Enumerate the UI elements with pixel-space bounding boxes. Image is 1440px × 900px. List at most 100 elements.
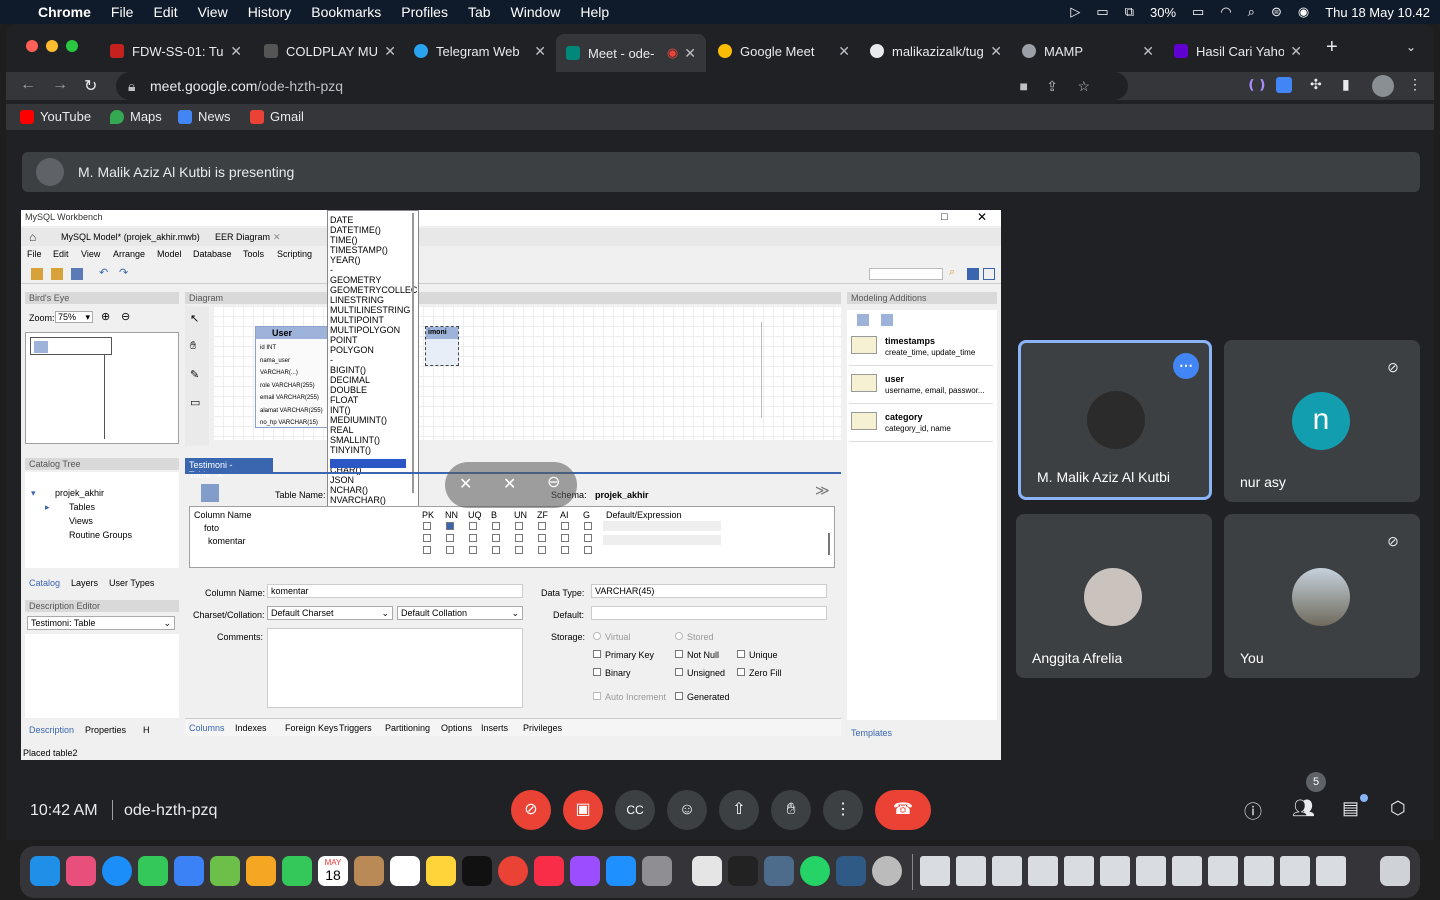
close-tab-icon[interactable]: ✕ <box>1142 43 1154 60</box>
recent-file-icon[interactable] <box>1280 856 1310 886</box>
flag-checkbox[interactable] <box>492 534 500 542</box>
tree-views[interactable]: Views <box>69 516 93 526</box>
puzzle-icon[interactable]: ✣ <box>1310 76 1322 93</box>
flag-checkbox[interactable] <box>446 534 454 542</box>
dropdown-item[interactable]: GEOMETRY <box>330 275 381 285</box>
dropdown-item[interactable]: BIGINT() <box>330 365 366 375</box>
not-null-checkbox[interactable] <box>675 650 683 658</box>
desc-text[interactable] <box>25 634 179 718</box>
binary-checkbox[interactable] <box>593 668 601 676</box>
raise-hand-button[interactable]: ✋︎ <box>771 790 811 830</box>
dropdown-selected-item[interactable] <box>330 459 406 468</box>
collation-select[interactable]: Default Collation ⌄ <box>397 606 523 620</box>
flag-checkbox[interactable] <box>561 522 569 530</box>
wb-menu-arrange[interactable]: Arrange <box>113 249 145 259</box>
tab-search-chevron-icon[interactable]: ⌄ <box>1406 40 1416 54</box>
menu-window[interactable]: Window <box>511 4 561 20</box>
search-icon[interactable]: ⌕ <box>949 266 955 279</box>
editor-tab-privileges[interactable]: Privileges <box>523 723 562 733</box>
recent-file-icon[interactable] <box>1028 856 1058 886</box>
flag-checkbox[interactable] <box>423 534 431 542</box>
tree-schema[interactable]: projek_akhir <box>55 488 104 498</box>
wb-menu-edit[interactable]: Edit <box>53 249 69 259</box>
wb-menu-model[interactable]: Model <box>157 249 182 259</box>
layout-icon[interactable] <box>983 268 995 280</box>
flag-checkbox[interactable] <box>584 522 592 530</box>
photos-icon[interactable] <box>246 856 276 886</box>
editor-tab-partitioning[interactable]: Partitioning <box>385 723 430 733</box>
dropdown-item[interactable]: LINESTRING <box>330 295 384 305</box>
podcasts-icon[interactable] <box>570 856 600 886</box>
redo-icon[interactable]: ↷ <box>119 266 128 279</box>
kebab-menu-icon[interactable]: ⋮ <box>1408 76 1422 93</box>
menu-bookmarks[interactable]: Bookmarks <box>311 4 381 20</box>
menu-app-name[interactable]: Chrome <box>38 4 91 20</box>
bookmark-news[interactable]: News <box>178 109 231 124</box>
snippet-icon[interactable] <box>857 314 869 326</box>
display-icon[interactable]: ▭ <box>1096 4 1108 20</box>
flag-checkbox[interactable] <box>446 546 454 554</box>
flag-checkbox[interactable] <box>561 546 569 554</box>
expand-icon[interactable]: ▸ <box>45 502 50 513</box>
birds-eye-view[interactable] <box>25 332 179 444</box>
editor-tab-triggers[interactable]: Triggers <box>339 723 372 733</box>
unsigned-checkbox[interactable] <box>675 668 683 676</box>
flag-checkbox[interactable] <box>423 546 431 554</box>
default-cell[interactable] <box>603 521 721 531</box>
spotlight-icon[interactable]: ⌕ <box>1248 4 1255 20</box>
maximize-icon[interactable]: □ <box>941 211 948 223</box>
tab-fdw[interactable]: FDW-SS-01: Tu ✕ <box>100 36 252 66</box>
tab-google-meet[interactable]: Google Meet ✕ <box>708 36 860 66</box>
entity-testimoni[interactable]: imoni <box>425 326 459 366</box>
dropdown-item[interactable]: MULTIPOLYGON <box>330 325 400 335</box>
app-store-icon[interactable] <box>606 856 636 886</box>
tab-yahoo[interactable]: Hasil Cari Yahoo ✕ <box>1164 36 1312 66</box>
dropdown-item[interactable]: DOUBLE <box>330 385 367 395</box>
close-tab-icon[interactable]: ✕ <box>838 43 850 60</box>
flag-checkbox[interactable] <box>538 546 546 554</box>
hand-icon[interactable]: ✋︎ <box>190 340 196 353</box>
datatype-dropdown[interactable]: - DATE DATETIME() TIME() TIMESTAMP() YEAR() - G… <box>327 210 419 554</box>
more-options-icon[interactable]: ⋯ <box>1173 353 1199 379</box>
info-icon[interactable]: ⓘ <box>1244 798 1262 824</box>
virtual-radio[interactable] <box>593 632 601 640</box>
battery-icon[interactable]: ▭ <box>1192 4 1204 20</box>
desc-select[interactable]: Testimoni: Table ⌄ <box>27 616 175 630</box>
dropdown-item[interactable]: TIMESTAMP() <box>330 245 388 255</box>
siri-icon[interactable]: ◉ <box>1298 4 1309 20</box>
diagram-canvas[interactable]: User id INT nama_user VARCHAR(...) role … <box>213 306 841 440</box>
terminal-icon[interactable] <box>728 856 758 886</box>
wb-menu-tools[interactable]: Tools <box>243 249 264 259</box>
tab-coldplay[interactable]: COLDPLAY MU ✕ <box>254 36 406 66</box>
stored-radio[interactable] <box>675 632 683 640</box>
present-button[interactable]: ⇧ <box>719 790 759 830</box>
dropdown-item[interactable]: POLYGON <box>330 345 374 355</box>
recent-file-icon[interactable] <box>1244 856 1274 886</box>
tile-malik[interactable]: ⋯ M. Malik Aziz Al Kutbi <box>1018 340 1212 500</box>
chat-icon[interactable]: ▤ <box>1342 798 1359 819</box>
col-row-komentar[interactable]: komentar <box>208 536 246 546</box>
primary-key-checkbox[interactable] <box>593 650 601 658</box>
addition-timestamps[interactable]: timestamps create_time, update_time <box>849 330 993 366</box>
minimize-icon[interactable]: ⊖ <box>547 472 560 492</box>
close-tab-icon[interactable]: ✕ <box>534 43 546 60</box>
menu-edit[interactable]: Edit <box>153 4 177 20</box>
undo-icon[interactable]: ↶ <box>99 266 108 279</box>
app-icon[interactable] <box>764 856 794 886</box>
editor-tab-options[interactable]: Options <box>441 723 472 733</box>
finder-icon[interactable] <box>30 856 60 886</box>
dropdown-item[interactable]: POINT <box>330 335 358 345</box>
close-tab-icon[interactable]: ✕ <box>384 43 396 60</box>
mic-off-button[interactable]: ⊘ <box>511 790 551 830</box>
speaker-off-icon[interactable]: ✕ <box>503 474 516 494</box>
eraser-icon[interactable]: ✎ <box>190 368 199 381</box>
contacts-icon[interactable] <box>354 856 384 886</box>
bookmark-maps[interactable]: Maps <box>110 109 162 124</box>
recent-file-icon[interactable] <box>992 856 1022 886</box>
menu-view[interactable]: View <box>198 4 228 20</box>
close-tab-icon[interactable]: ✕ <box>990 43 1002 60</box>
save-icon[interactable] <box>71 268 83 280</box>
activities-icon[interactable]: ⬡ <box>1390 798 1406 819</box>
mic-off-icon[interactable]: ✕ <box>459 474 472 494</box>
doc-tab-model[interactable]: MySQL Model* (projek_akhir.mwb) <box>61 232 200 242</box>
